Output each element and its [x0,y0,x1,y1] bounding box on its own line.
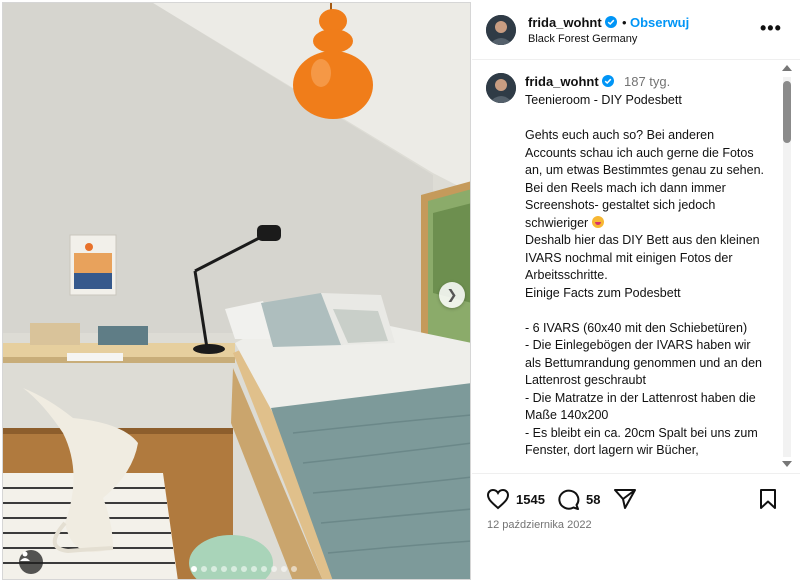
separator-dot: • [622,15,627,30]
caption-line: - Die Einlegebögen der IVARS haben wir a… [525,338,762,387]
caption-line: Gehts euch auch so? Bei anderen Accounts… [525,128,765,177]
verified-icon [605,16,618,28]
carousel-dot [291,566,297,572]
tagged-users-button[interactable] [19,550,43,574]
scroll-down-icon[interactable] [782,461,792,467]
carousel-dot [191,566,197,572]
next-slide-button[interactable]: ❯ [439,282,465,308]
avatar[interactable] [486,15,516,45]
post-username[interactable]: frida_wohnt [528,15,618,30]
bedroom-photo [3,3,470,579]
carousel-dot [281,566,287,572]
caption-line: Teenieroom - DIY Podesbett [525,93,682,107]
caption-text-span: Bei den Reels mach ich dann immer Screen… [525,180,726,230]
caption-username[interactable]: frida_wohnt [525,74,615,89]
caption-line: - Die Matratze in der Lattenrost haben d… [525,390,756,423]
carousel-dot [261,566,267,572]
share-button[interactable] [613,488,637,510]
post-actions: 1545 58 12 października 2022 [472,473,800,586]
follow-button[interactable]: Obserwuj [630,15,689,30]
carousel-dot [241,566,247,572]
caption-line: - Es bleibt ein ca. 20cm Spalt bei uns z… [525,425,758,458]
comment-count[interactable]: 58 [586,492,600,507]
save-button[interactable] [758,488,778,510]
carousel-dot [201,566,207,572]
carousel-dot [251,566,257,572]
carousel-dot [221,566,227,572]
scroll-up-icon[interactable] [782,65,792,71]
caption-line [525,302,768,320]
heart-icon [486,488,510,510]
post-location[interactable]: Black Forest Germany [528,33,637,45]
post-photo: ❯ [2,2,471,580]
more-options-icon[interactable]: ••• [760,18,782,39]
post-date[interactable]: 12 października 2022 [487,519,592,531]
like-count[interactable]: 1545 [516,492,545,507]
username-text[interactable]: frida_wohnt [525,74,599,89]
caption-line: Einige Facts zum Podesbett [525,285,681,300]
bookmark-icon [760,489,776,509]
carousel-dot [211,566,217,572]
carousel-dot [231,566,237,572]
carousel-dot [271,566,277,572]
scrollbar-thumb[interactable] [783,81,791,143]
user-icon [20,551,30,561]
caption-line: - 6 IVARS (60x40 mit den Schiebetüren) [525,320,748,335]
caption-line: Deshalb hier das DIY Bett aus den kleine… [525,233,760,282]
carousel-indicator [191,566,297,572]
verified-icon [602,75,615,87]
like-button[interactable]: 1545 [486,488,545,510]
avatar-image [486,73,516,103]
post-side-panel: frida_wohnt • Obserwuj Black Forest Germ… [472,0,800,586]
username-text[interactable]: frida_wohnt [528,15,602,30]
caption-avatar[interactable] [486,73,516,103]
send-icon [614,489,636,509]
post-age[interactable]: 187 tyg. [624,74,670,89]
smiling-emoji-icon [591,215,604,228]
caption-scrollbar[interactable] [780,63,794,469]
caption-area: frida_wohnt 187 tyg. Teenieroom - DIY Po… [472,61,800,471]
comment-icon [558,489,580,510]
caption-text: Teenieroom - DIY Podesbett Gehts euch au… [525,92,768,460]
chevron-right-icon: ❯ [446,287,458,302]
comment-button[interactable]: 58 [556,488,600,510]
caption-line [525,110,768,128]
avatar-image [486,15,516,45]
caption-line: Bei den Reels mach ich dann immer Screen… [525,180,768,233]
post-header: frida_wohnt • Obserwuj Black Forest Germ… [472,0,800,60]
